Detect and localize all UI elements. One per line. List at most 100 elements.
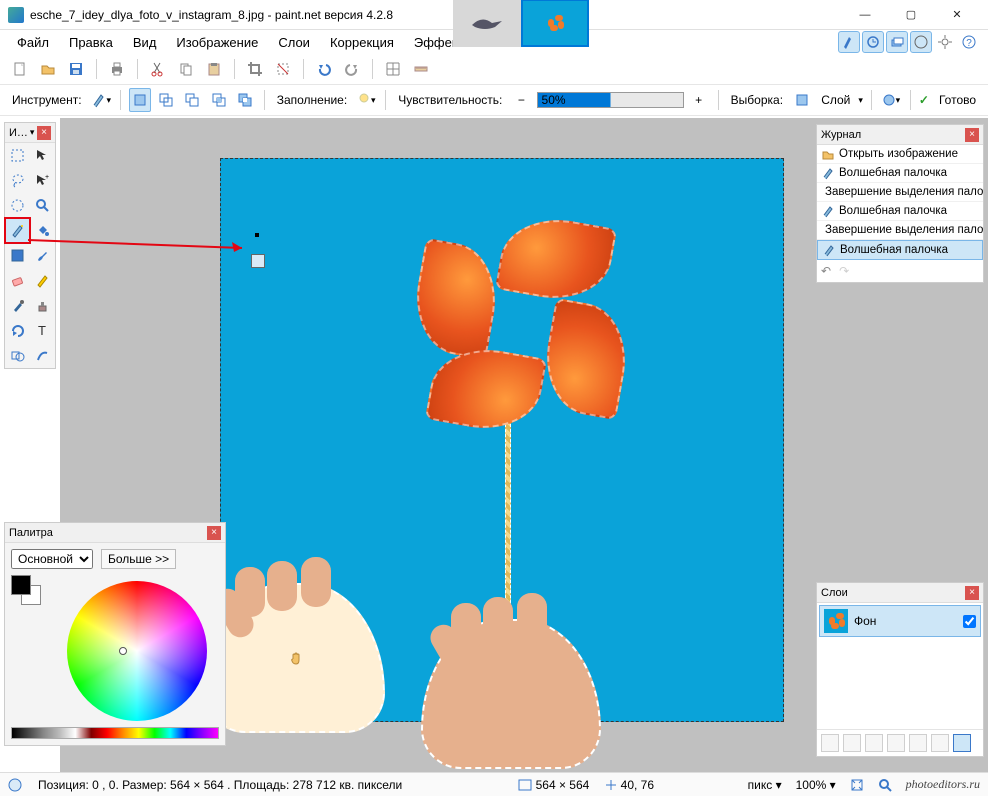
new-file-button[interactable] (8, 57, 32, 81)
minimize-button[interactable]: — (842, 0, 888, 30)
history-undo-icon[interactable]: ↶ (821, 264, 831, 278)
instrument-dropdown[interactable]: ▾ (90, 88, 113, 112)
panel-toggle-history[interactable] (862, 31, 884, 53)
selection-handle[interactable] (255, 233, 259, 237)
tools-panel-close[interactable]: × (37, 126, 51, 140)
zoom-icon[interactable] (878, 778, 892, 792)
undo-button[interactable] (312, 57, 336, 81)
tool-fill[interactable] (30, 218, 55, 243)
history-item[interactable]: Волшебная палочка (817, 164, 983, 183)
tool-rect-select[interactable] (5, 143, 30, 168)
tool-gradient[interactable] (5, 243, 30, 268)
tool-shapes[interactable] (5, 343, 30, 368)
layer-delete-button[interactable] (843, 734, 861, 752)
history-redo-icon[interactable]: ↷ (839, 264, 849, 278)
palette-close[interactable]: × (207, 526, 221, 540)
color-wheel[interactable] (67, 581, 207, 721)
menu-adjust[interactable]: Коррекция (321, 32, 403, 53)
panel-toggle-colors[interactable] (910, 31, 932, 53)
tool-magic-wand[interactable] (5, 218, 30, 243)
doc-thumb-2[interactable] (521, 0, 589, 47)
tool-text[interactable]: T (30, 318, 55, 343)
tool-move-selection[interactable] (30, 143, 55, 168)
layer-merge-button[interactable] (887, 734, 905, 752)
fill-dropdown[interactable]: ▾ (355, 88, 377, 112)
menu-view[interactable]: Вид (124, 32, 166, 53)
menu-file[interactable]: Файл (8, 32, 58, 53)
grid-button[interactable] (381, 57, 405, 81)
tolerance-minus[interactable]: − (510, 88, 532, 112)
paste-button[interactable] (202, 57, 226, 81)
layer-name: Фон (854, 614, 876, 628)
selmode-add[interactable] (155, 88, 177, 112)
status-zoom[interactable]: 100% ▾ (796, 778, 836, 792)
tool-eraser[interactable] (5, 268, 30, 293)
palette-more-button[interactable]: Больше >> (101, 549, 176, 569)
fit-screen-icon[interactable] (850, 778, 864, 792)
history-close[interactable]: × (965, 128, 979, 142)
tool-line[interactable] (30, 343, 55, 368)
palette-header[interactable]: Палитра × (5, 523, 225, 543)
tools-panel-header[interactable]: И… ▾ × (5, 123, 55, 143)
save-button[interactable] (64, 57, 88, 81)
tool-brush[interactable] (30, 243, 55, 268)
panel-toggle-layers[interactable] (886, 31, 908, 53)
history-item[interactable]: Волшебная палочка (817, 240, 983, 260)
redo-button[interactable] (340, 57, 364, 81)
history-item[interactable]: Волшебная палочка (817, 202, 983, 221)
settings-icon[interactable] (934, 31, 956, 53)
layer-row[interactable]: Фон (819, 605, 981, 637)
help-icon[interactable]: ? (958, 31, 980, 53)
crop-button[interactable] (243, 57, 267, 81)
menu-edit[interactable]: Правка (60, 32, 122, 53)
open-file-button[interactable] (36, 57, 60, 81)
layers-close[interactable]: × (965, 586, 979, 600)
selmode-xor[interactable] (234, 88, 256, 112)
deselect-button[interactable] (271, 57, 295, 81)
tool-pencil[interactable] (30, 268, 55, 293)
tool-zoom[interactable] (30, 193, 55, 218)
menu-image[interactable]: Изображение (167, 32, 267, 53)
color-swatches[interactable] (11, 575, 47, 605)
layer-duplicate-button[interactable] (865, 734, 883, 752)
layer-visible-checkbox[interactable] (963, 615, 976, 628)
status-units[interactable]: пикс ▾ (748, 778, 782, 792)
history-item[interactable]: Завершение выделения палочкой (817, 221, 983, 240)
copy-button[interactable] (174, 57, 198, 81)
selmode-intersect[interactable] (207, 88, 229, 112)
layer-add-button[interactable] (821, 734, 839, 752)
close-button[interactable]: ✕ (934, 0, 980, 30)
done-button[interactable]: Готово (939, 93, 976, 107)
history-item[interactable]: Завершение выделения палочкой (817, 183, 983, 202)
sampling-icon[interactable] (791, 88, 813, 112)
maximize-button[interactable]: ▢ (888, 0, 934, 30)
layer-up-button[interactable] (909, 734, 927, 752)
contiguous-button[interactable]: ▾ (880, 88, 902, 112)
panel-toggle-tools[interactable] (838, 31, 860, 53)
color-mode-select[interactable]: Основной (11, 549, 93, 569)
tool-lasso[interactable] (5, 168, 30, 193)
history-header[interactable]: Журнал × (817, 125, 983, 145)
layers-header[interactable]: Слои × (817, 583, 983, 603)
move-handle-icon[interactable] (251, 254, 265, 268)
tolerance-plus[interactable]: + (688, 88, 710, 112)
layer-down-button[interactable] (931, 734, 949, 752)
print-button[interactable] (105, 57, 129, 81)
doc-thumb-1[interactable] (453, 0, 521, 47)
layer-props-button[interactable] (953, 734, 971, 752)
menu-layers[interactable]: Слои (269, 32, 319, 53)
tool-eyedropper[interactable] (5, 293, 30, 318)
tolerance-slider[interactable]: 50% (537, 92, 684, 108)
selmode-subtract[interactable] (181, 88, 203, 112)
history-item[interactable]: Открыть изображение (817, 145, 983, 164)
tool-move-pixels[interactable]: + (30, 168, 55, 193)
cut-button[interactable] (146, 57, 170, 81)
tool-clone[interactable] (30, 293, 55, 318)
tool-recolor[interactable] (5, 318, 30, 343)
color-ramp[interactable] (11, 727, 219, 739)
tool-ellipse-select[interactable] (5, 193, 30, 218)
selmode-replace[interactable] (129, 88, 151, 112)
foreground-color[interactable] (11, 575, 31, 595)
sampling-value[interactable]: Слой (821, 93, 850, 107)
ruler-button[interactable] (409, 57, 433, 81)
